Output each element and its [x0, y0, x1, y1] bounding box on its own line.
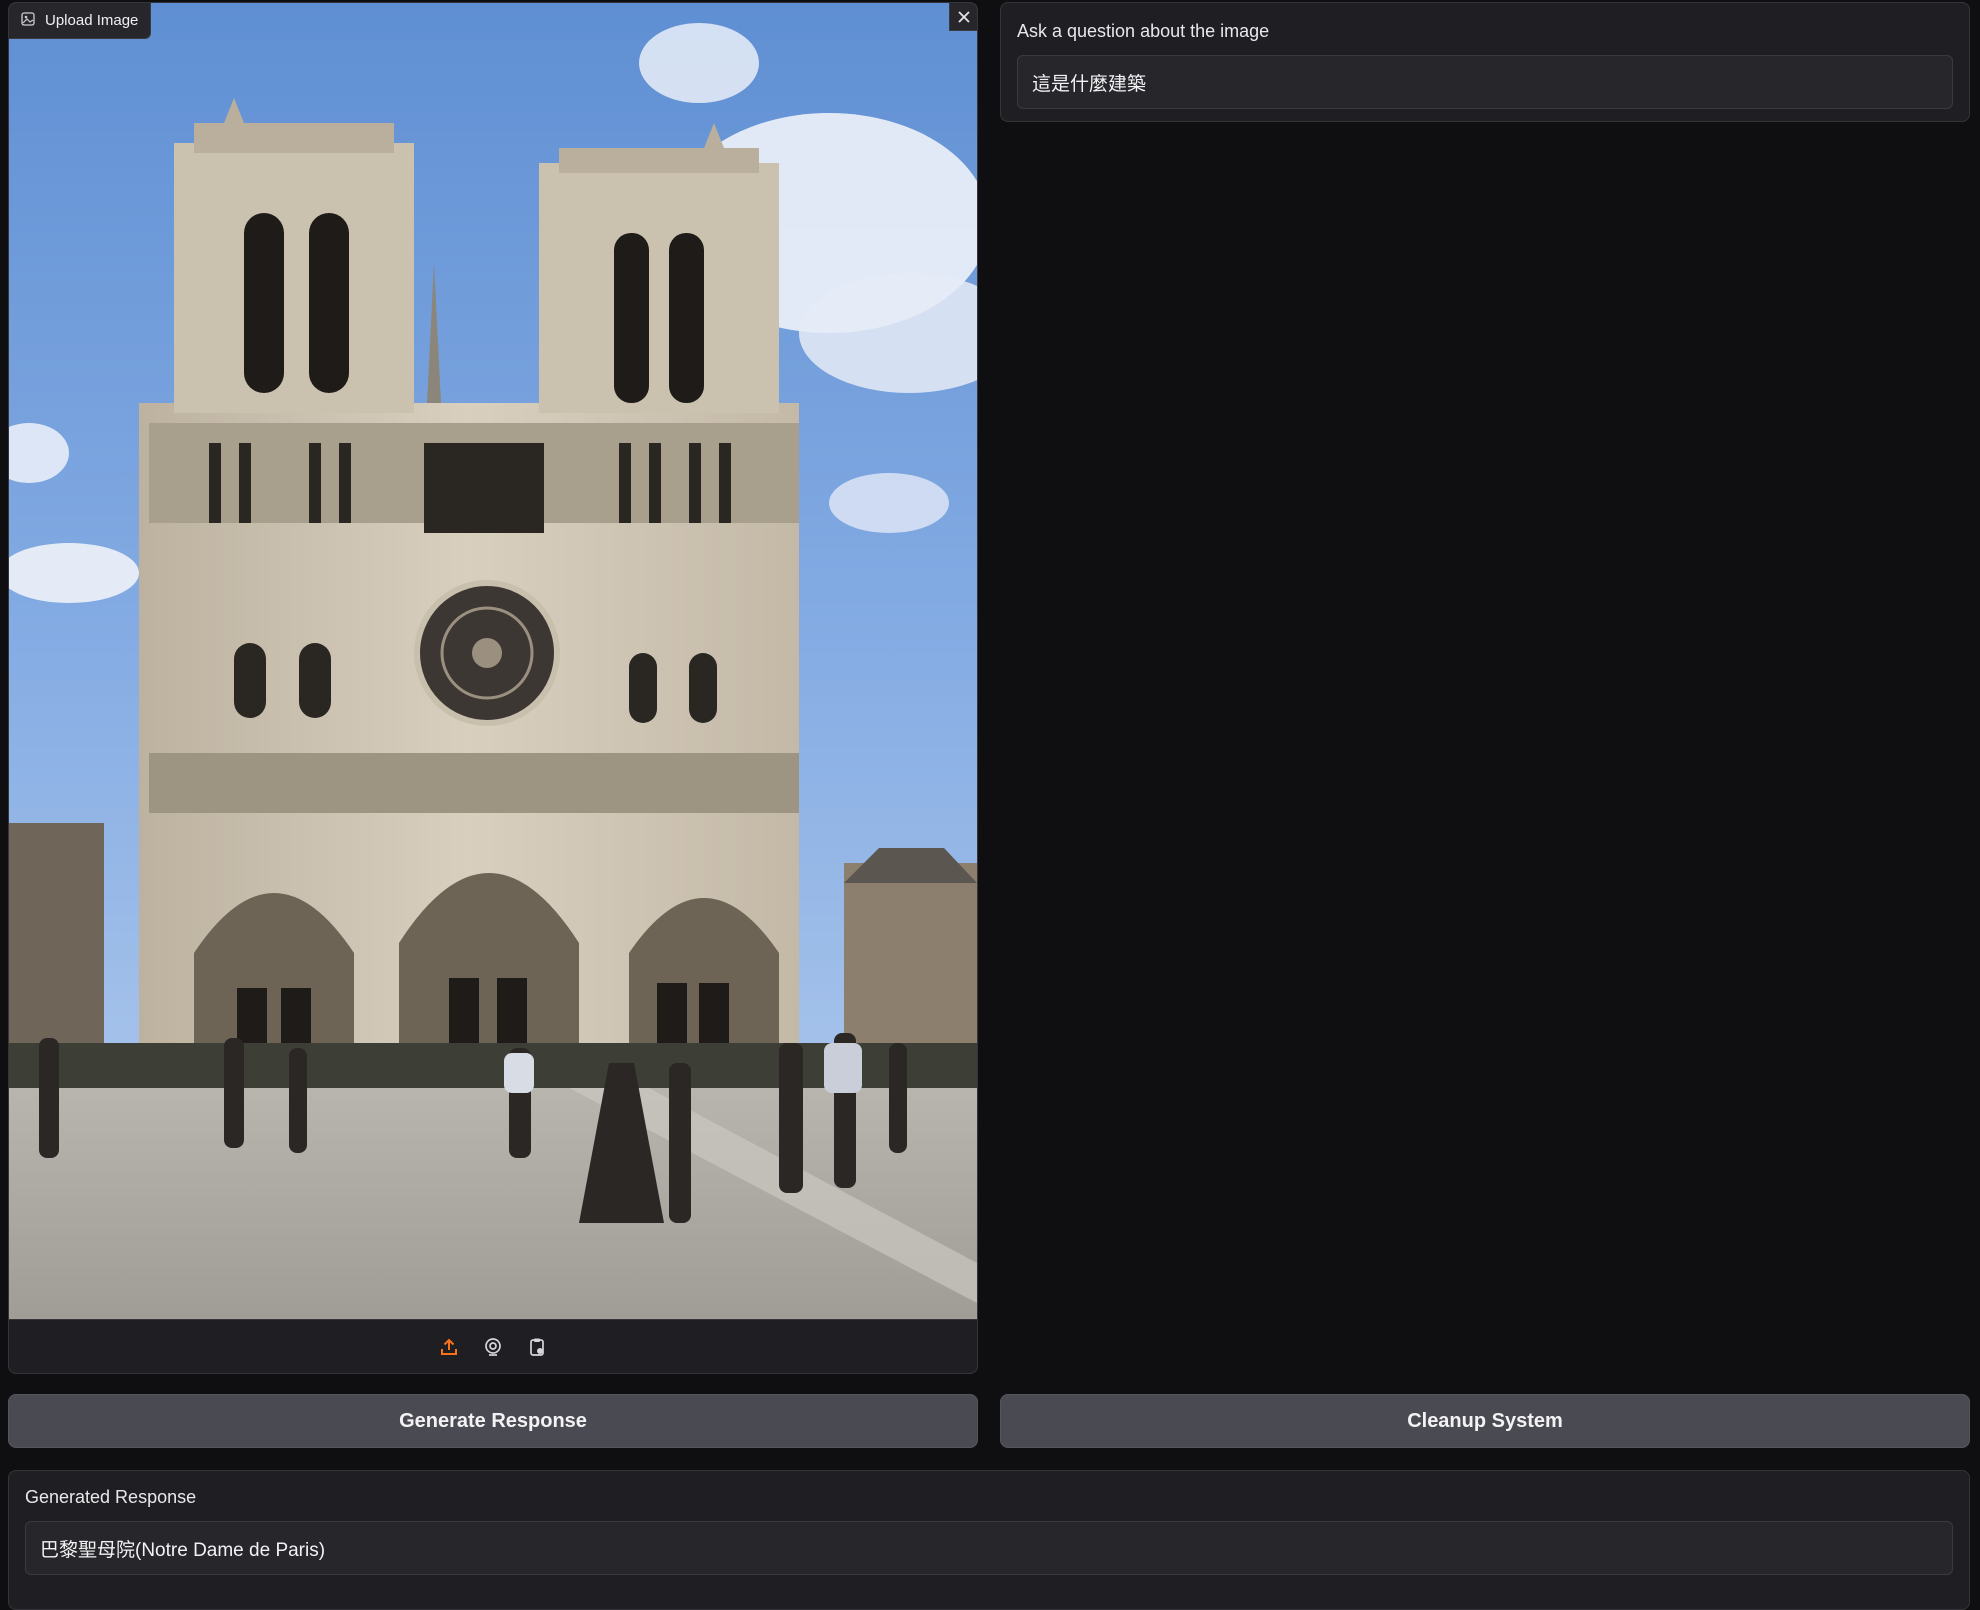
response-output[interactable]: 巴黎聖母院(Notre Dame de Paris)	[25, 1521, 1953, 1575]
question-panel: Ask a question about the image 這是什麼建築	[1000, 2, 1970, 122]
response-panel: Generated Response 巴黎聖母院(Notre Dame de P…	[8, 1470, 1970, 1610]
clear-image-button[interactable]	[949, 3, 977, 31]
webcam-source-button[interactable]	[480, 1334, 506, 1360]
upload-source-button[interactable]	[436, 1334, 462, 1360]
question-input[interactable]: 這是什麼建築	[1017, 55, 1953, 109]
clipboard-icon	[530, 1338, 544, 1356]
uploaded-image	[9, 3, 977, 1319]
upload-icon	[441, 1338, 457, 1355]
webcam-icon	[485, 1337, 501, 1356]
upload-image-label: Upload Image	[45, 12, 139, 29]
image-upload-panel[interactable]: Upload Image	[8, 2, 978, 1374]
close-icon	[957, 10, 970, 23]
image-source-toolbar	[9, 1319, 977, 1373]
question-label: Ask a question about the image	[1017, 21, 1270, 41]
cleanup-system-button[interactable]: Cleanup System	[1000, 1394, 1970, 1448]
generate-response-button[interactable]: Generate Response	[8, 1394, 978, 1448]
response-label: Generated Response	[25, 1487, 197, 1507]
upload-image-label-tag: Upload Image	[9, 3, 152, 39]
image-icon	[21, 11, 35, 30]
clipboard-source-button[interactable]	[524, 1334, 550, 1360]
